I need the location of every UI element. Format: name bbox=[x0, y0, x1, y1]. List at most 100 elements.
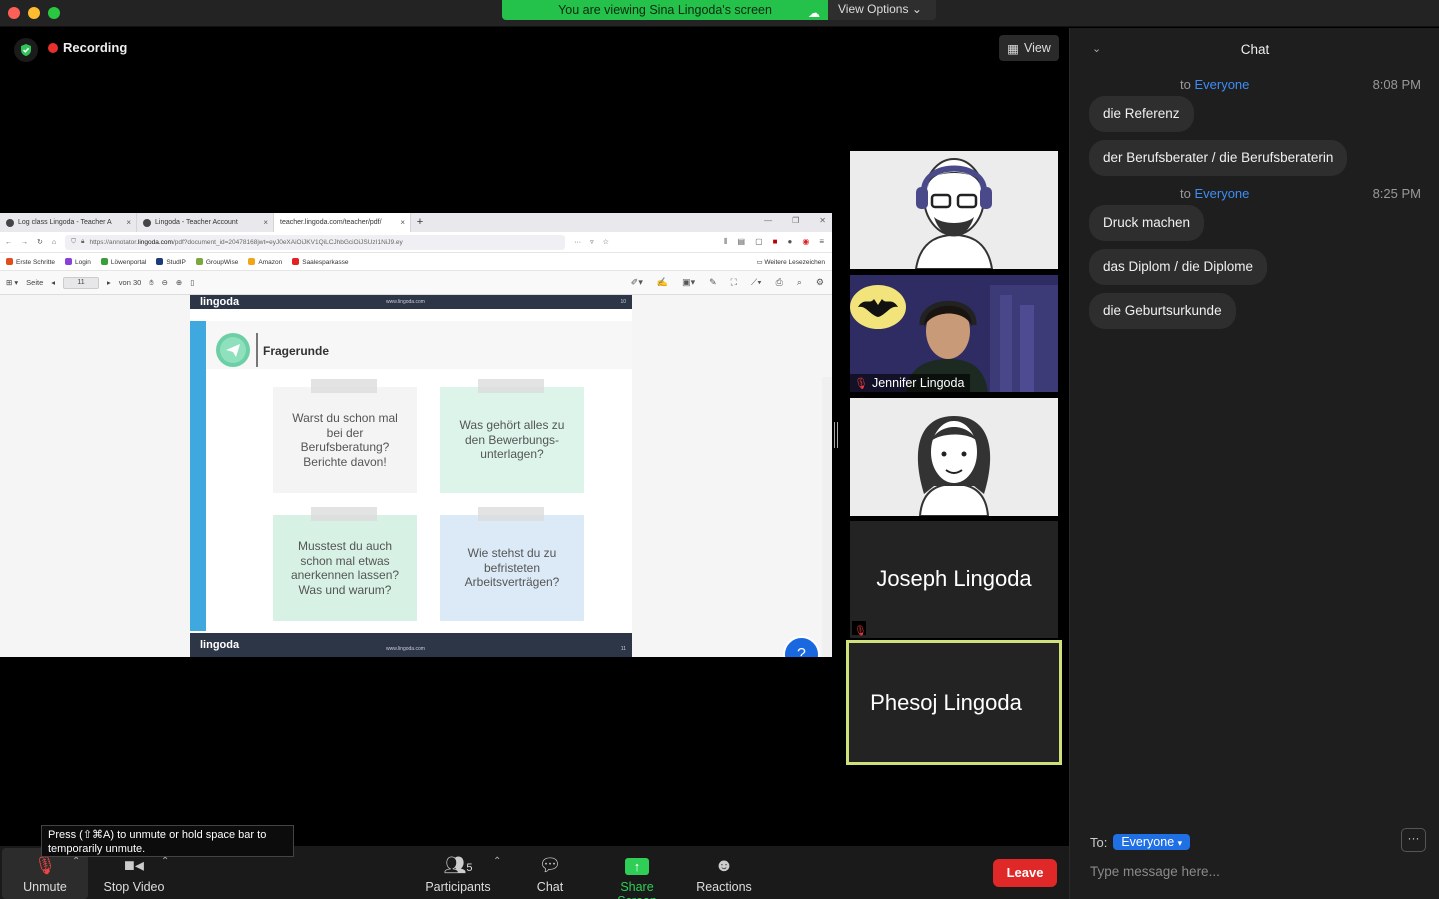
zoom-out-icon[interactable]: ⊖ bbox=[162, 278, 168, 287]
signature-icon[interactable]: ✍ bbox=[657, 277, 668, 288]
chat-message-input[interactable] bbox=[1090, 860, 1420, 882]
participant-name-tag: 🎙︎ Jennifer Lingoda bbox=[850, 374, 971, 392]
paper-plane-icon bbox=[216, 333, 250, 367]
bookmark-star-icon[interactable]: ☆ bbox=[603, 238, 609, 246]
message-recipient-header: to Everyone bbox=[1180, 77, 1250, 92]
pdf-page: lingoda www.lingoda.com 10 Fragerunde Wa… bbox=[190, 295, 632, 657]
participant-tile[interactable] bbox=[850, 398, 1058, 516]
participants-button[interactable]: 👥︎5 Participants bbox=[424, 854, 492, 894]
bookmark-item[interactable]: GroupWise bbox=[195, 257, 238, 266]
sidebar-icon[interactable]: ▤ bbox=[738, 237, 746, 247]
stop-video-button[interactable]: ■◂ Stop Video bbox=[102, 854, 166, 894]
header-divider bbox=[256, 333, 258, 367]
extension-icon[interactable]: ● bbox=[788, 237, 793, 247]
recipient-dropdown[interactable]: Everyone ▾ bbox=[1113, 834, 1191, 850]
image-tool-icon[interactable]: ▣▾ bbox=[682, 277, 695, 288]
pdf-viewer: lingoda www.lingoda.com 10 Fragerunde Wa… bbox=[0, 295, 832, 657]
leave-button[interactable]: Leave bbox=[993, 859, 1057, 887]
audio-options-chevron-icon[interactable]: ⌃ bbox=[72, 856, 80, 867]
video-options-chevron-icon[interactable]: ⌃ bbox=[161, 856, 169, 867]
note-tool-icon[interactable]: ✎ bbox=[709, 277, 717, 288]
tab-close-icon[interactable]: × bbox=[263, 218, 268, 227]
settings-icon[interactable]: ⚙ bbox=[816, 277, 824, 288]
forward-icon[interactable]: → bbox=[21, 239, 28, 246]
pocket-icon[interactable]: ▿ bbox=[590, 238, 594, 246]
participant-tile[interactable] bbox=[850, 151, 1058, 269]
bookmarks-bar: Erste Schritte Login Löwenportal StudIP … bbox=[0, 253, 832, 271]
chat-more-button[interactable]: ··· bbox=[1401, 828, 1426, 852]
share-screen-button[interactable]: ↑ Share Screen bbox=[599, 854, 675, 899]
browser-tab-bar: Log class Lingoda - Teacher A × Lingoda … bbox=[0, 213, 832, 232]
view-options-button[interactable]: View Options ⌄ bbox=[828, 0, 936, 20]
chat-message: das Diplom / die Diplome bbox=[1089, 249, 1268, 285]
home-icon[interactable]: ⌂ bbox=[52, 239, 56, 246]
video-camera-icon: ■◂ bbox=[124, 855, 144, 875]
close-icon[interactable]: ✕ bbox=[819, 216, 826, 225]
shared-screen: Log class Lingoda - Teacher A × Lingoda … bbox=[0, 213, 832, 657]
prev-page-icon[interactable]: ◂ bbox=[51, 278, 55, 287]
participants-options-chevron-icon[interactable]: ⌃ bbox=[493, 856, 501, 867]
more-actions-icon[interactable]: ··· bbox=[574, 239, 581, 246]
fit-page-icon[interactable]: ▯ bbox=[190, 278, 194, 287]
participant-tile[interactable]: Joseph Lingoda 🎙︎ bbox=[850, 521, 1058, 638]
url-bar[interactable]: ⛉ 🔒︎ https://annotator.lingoda.com/pdf?d… bbox=[65, 234, 566, 250]
view-button[interactable]: ▦ View bbox=[999, 35, 1059, 61]
grid-view-icon: ▦ bbox=[1007, 41, 1019, 56]
crop-icon[interactable]: ⛶ bbox=[731, 277, 737, 288]
extension-icon[interactable]: ◉ bbox=[802, 237, 809, 247]
bookmark-item[interactable]: Login bbox=[65, 257, 91, 266]
recording-indicator[interactable]: Recording bbox=[48, 40, 127, 55]
question-text: Warst du schon mal bei der Berufsberatun… bbox=[292, 411, 398, 469]
close-window-button[interactable] bbox=[8, 7, 20, 19]
share-screen-icon: ↑ bbox=[599, 854, 675, 876]
bookmark-item[interactable]: Erste Schritte bbox=[6, 257, 55, 266]
to-label: To: bbox=[1090, 834, 1108, 850]
minimize-icon[interactable]: — bbox=[764, 216, 772, 225]
browser-tab[interactable]: Log class Lingoda - Teacher A × bbox=[0, 213, 137, 232]
bookmark-item[interactable]: Löwenportal bbox=[100, 257, 146, 266]
reactions-button[interactable]: ☻ Reactions bbox=[696, 854, 752, 894]
bookmark-item[interactable]: StudIP bbox=[156, 257, 186, 266]
print-icon[interactable]: ⎙ bbox=[776, 277, 783, 288]
chat-button[interactable]: 💬︎ Chat bbox=[530, 854, 570, 894]
reload-icon[interactable]: ↻ bbox=[37, 238, 43, 246]
url-text: https://annotator.lingoda.com/pdf?docume… bbox=[89, 238, 403, 246]
next-page-icon[interactable]: ▸ bbox=[107, 278, 111, 287]
participant-tile[interactable]: 🎙︎ Jennifer Lingoda bbox=[850, 275, 1058, 392]
library-icon[interactable]: ⫴ bbox=[724, 237, 727, 247]
page-number-input[interactable]: 11 bbox=[63, 276, 100, 289]
maximize-window-button[interactable] bbox=[48, 7, 60, 19]
bookmark-item[interactable]: Saalesparkasse bbox=[292, 257, 348, 266]
thumbnails-icon[interactable]: ⊞ ▾ bbox=[6, 278, 18, 287]
pdf-scrollbar[interactable] bbox=[822, 377, 832, 657]
page-number: 11 bbox=[620, 646, 626, 652]
hand-tool-icon[interactable]: ✋︎ bbox=[149, 278, 153, 288]
search-icon[interactable]: ⌕ bbox=[797, 277, 802, 288]
restore-icon[interactable]: ❐ bbox=[792, 216, 799, 225]
pen-tool-icon[interactable]: ✐▾ bbox=[631, 277, 643, 288]
line-tool-icon[interactable]: ⟋▾ bbox=[751, 277, 762, 288]
message-recipient-header: to Everyone bbox=[1180, 186, 1250, 201]
bookmark-item[interactable]: Amazon bbox=[248, 257, 282, 266]
extension-icon[interactable]: ▢ bbox=[755, 237, 763, 247]
question-card: Warst du schon mal bei der Berufsberatun… bbox=[273, 379, 417, 493]
chevron-down-icon: ⌄ bbox=[911, 2, 922, 16]
security-shield-icon[interactable] bbox=[14, 38, 38, 62]
page-total: von 30 bbox=[118, 278, 142, 287]
browser-tab[interactable]: Lingoda - Teacher Account × bbox=[137, 213, 274, 232]
participant-name: Phesoj Lingoda bbox=[870, 690, 1022, 715]
browser-tab-active[interactable]: teacher.lingoda.com/teacher/pdf/ × bbox=[274, 213, 411, 232]
zoom-in-icon[interactable]: ⊕ bbox=[176, 278, 182, 287]
participant-tile-active-speaker[interactable]: Phesoj Lingoda bbox=[846, 640, 1062, 765]
page-footer-prev: lingoda www.lingoda.com 10 bbox=[190, 295, 632, 309]
menu-icon[interactable]: ≡ bbox=[819, 237, 824, 247]
new-tab-button[interactable]: + bbox=[411, 213, 429, 232]
extension-icon[interactable]: ■ bbox=[773, 237, 778, 247]
minimize-window-button[interactable] bbox=[28, 7, 40, 19]
chat-label: Chat bbox=[536, 880, 564, 894]
tab-close-icon[interactable]: × bbox=[400, 218, 405, 227]
resize-handle[interactable] bbox=[834, 422, 838, 448]
more-bookmarks-folder[interactable]: ▭ Weitere Lesezeichen bbox=[756, 258, 825, 266]
back-icon[interactable]: ← bbox=[5, 239, 12, 246]
tab-close-icon[interactable]: × bbox=[126, 218, 131, 227]
